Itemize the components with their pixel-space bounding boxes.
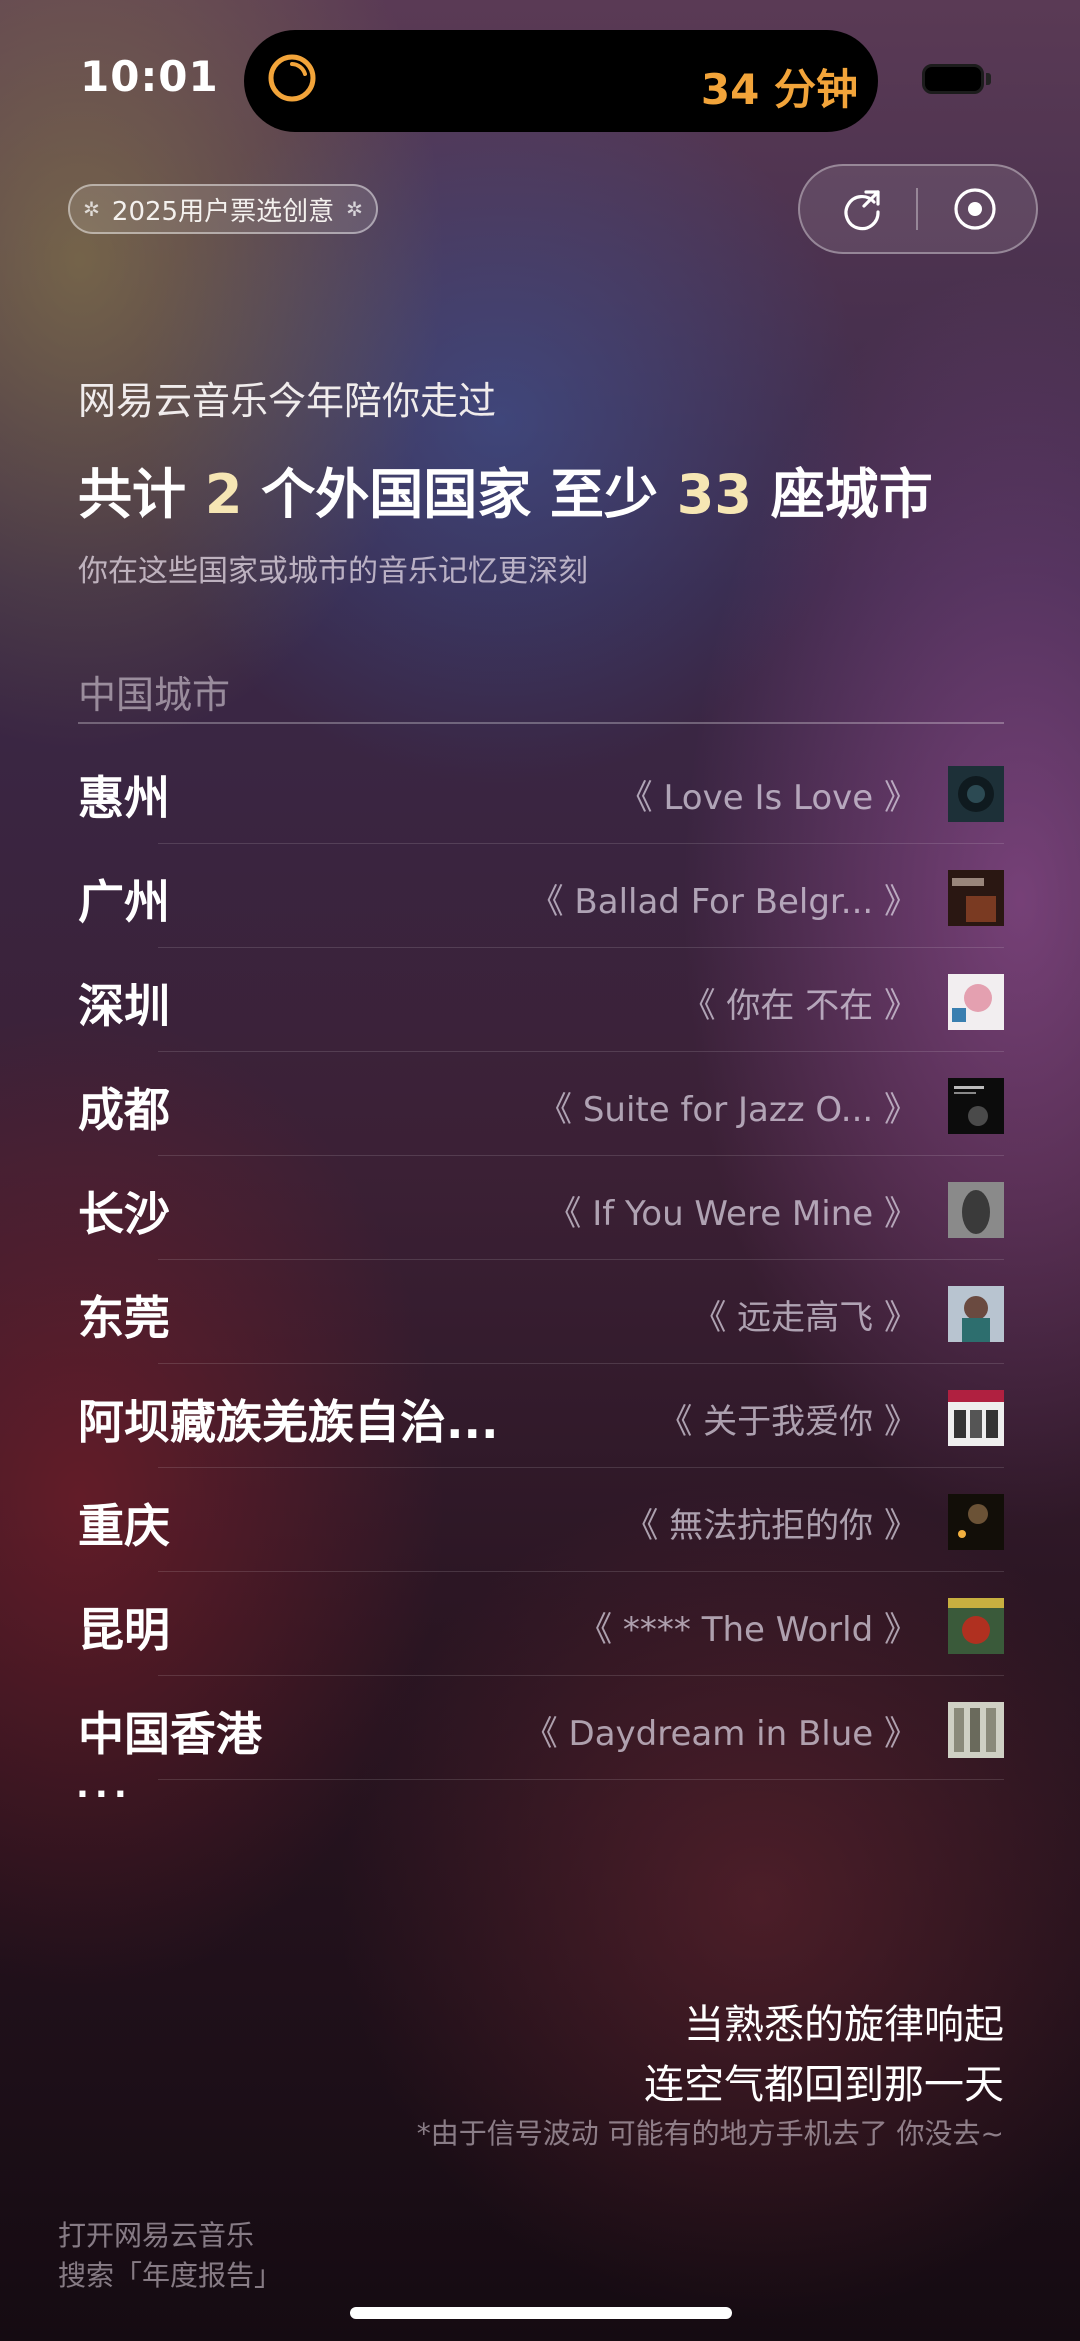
tagline-line2: 连空气都回到那一天 [644,2062,1004,2108]
city-row[interactable]: 深圳 《 你在 不在 》 [78,948,1004,1052]
status-time: 10:01 [80,52,219,101]
album-cover-daydream [948,1702,1004,1758]
city-row[interactable]: 长沙 《 If You Were Mine 》 [78,1156,1004,1260]
row-divider [158,1779,1004,1780]
battery-icon [922,64,984,94]
award-badge-label: 2025用户票选创意 [111,196,335,227]
song-title: 《 Ballad For Belgr... 》 [529,882,918,922]
city-name: 昆明 [78,1603,170,1657]
headline-mid: 个外国国家 至少 [242,463,677,526]
album-cover-guan-yu [948,1390,1004,1446]
city-name: 阿坝藏族羌族自治... [78,1395,499,1449]
headline: 共计 2 个外国国家 至少 33 座城市 [78,450,933,529]
city-name: 东莞 [78,1291,170,1345]
city-row[interactable]: 东莞 《 远走高飞 》 [78,1260,1004,1364]
album-cover-love-is-love [948,766,1004,822]
city-name: 重庆 [78,1499,170,1553]
capsule-divider [916,188,918,230]
sparkle-icon: ✲ [83,197,100,221]
action-capsule [798,164,1038,254]
city-name: 长沙 [78,1187,170,1241]
section-title: 中国城市 [78,673,231,717]
city-name: 广州 [78,875,170,929]
song-title: 《 远走高飞 》 [692,1298,918,1338]
tagline-line1: 当熟悉的旋律响起 [684,2002,1004,2048]
city-row[interactable]: 重庆 《 無法抗拒的你 》 [78,1468,1004,1572]
song-title: 《 你在 不在 》 [681,986,918,1026]
city-name: 中国香港 [78,1707,262,1761]
record-icon[interactable] [948,182,1002,236]
album-cover-suite-jazz [948,1078,1004,1134]
city-row[interactable]: 广州 《 Ballad For Belgr... 》 [78,844,1004,948]
headline-suffix: 座城市 [751,463,933,526]
search-hint-line1: 打开网易云音乐 [58,2219,255,2252]
song-title: 《 Love Is Love 》 [618,778,918,818]
award-badge: ✲ 2025用户票选创意 ✲ [68,184,378,234]
city-row[interactable]: 中国香港 《 Daydream in Blue 》 [78,1676,1004,1780]
city-row[interactable]: 成都 《 Suite for Jazz O... 》 [78,1052,1004,1156]
song-title: 《 Suite for Jazz O... 》 [538,1090,918,1130]
home-indicator[interactable] [350,2307,732,2319]
city-row[interactable]: 阿坝藏族羌族自治... 《 关于我爱你 》 [78,1364,1004,1468]
city-name: 成都 [78,1083,170,1137]
subline: 你在这些国家或城市的音乐记忆更深刻 [78,554,588,589]
timer-ring-icon [268,54,316,102]
section-divider [78,722,1004,724]
song-title: 《 关于我爱你 》 [658,1402,918,1442]
more-ellipsis: ... [76,1766,133,1806]
album-cover-ballad [948,870,1004,926]
album-cover-wu-fa [948,1494,1004,1550]
song-title: 《 **** The World 》 [578,1610,918,1650]
battery-cap [986,73,991,85]
city-name: 惠州 [78,771,170,825]
activity-duration: 34 分钟 [700,65,858,114]
country-count: 2 [204,463,243,526]
city-name: 深圳 [78,979,170,1033]
album-cover-yuan-zou [948,1286,1004,1342]
intro-text: 网易云音乐今年陪你走过 [78,379,497,423]
city-row[interactable]: 惠州 《 Love Is Love 》 [78,740,1004,844]
sparkle-icon: ✲ [346,197,363,221]
city-count: 33 [676,463,752,526]
album-cover-if-you-were-mine [948,1182,1004,1238]
share-icon[interactable] [836,182,890,236]
song-title: 《 If You Were Mine 》 [547,1194,918,1234]
search-hint-line2: 搜索「年度报告」 [58,2259,283,2292]
signal-note: *由于信号波动 可能有的地方手机去了 你没去~ [416,2117,1004,2150]
city-row[interactable]: 昆明 《 **** The World 》 [78,1572,1004,1676]
album-cover-ni-zai [948,974,1004,1030]
headline-prefix: 共计 [78,463,205,526]
song-title: 《 Daydream in Blue 》 [523,1714,918,1754]
album-cover-the-world [948,1598,1004,1654]
song-title: 《 無法抗拒的你 》 [624,1506,918,1546]
